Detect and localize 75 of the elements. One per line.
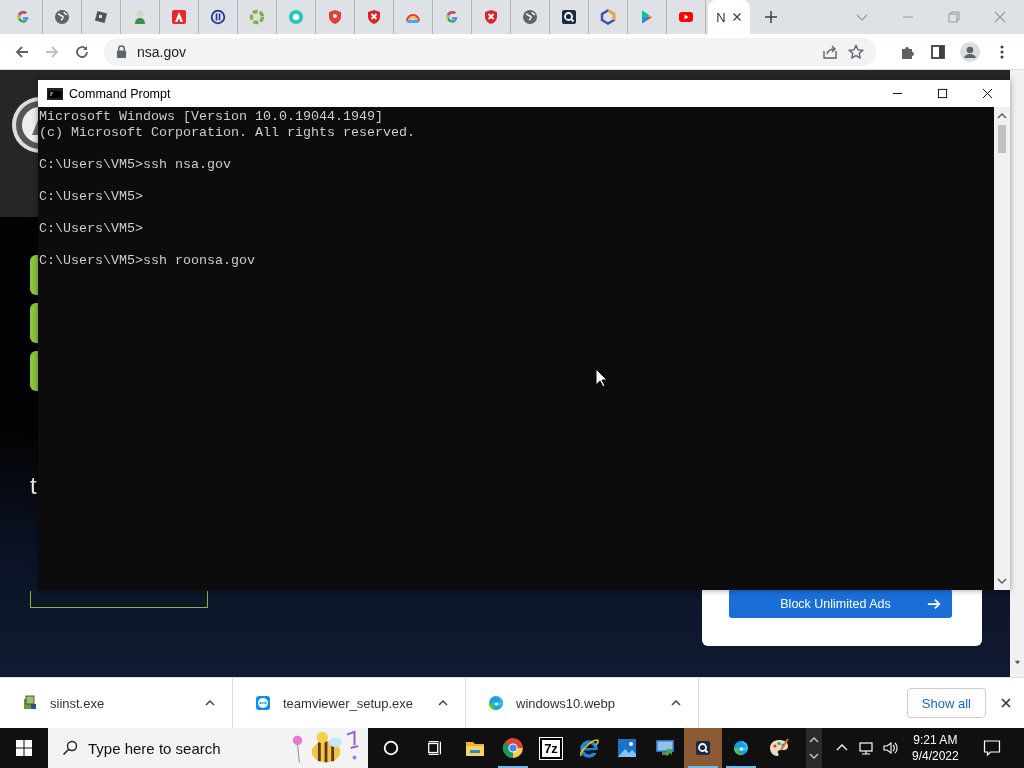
ie-icon	[578, 737, 600, 759]
scroll-up-icon[interactable]	[997, 111, 1007, 121]
shield-icon	[483, 9, 499, 25]
edge-icon	[488, 695, 504, 711]
clock-date[interactable]: 9/4/2022	[912, 748, 959, 764]
browser-tab[interactable]: N	[708, 0, 750, 34]
search-input[interactable]: Type here to search	[88, 739, 278, 757]
taskbar-button[interactable]: 7z	[532, 728, 570, 768]
person-icon	[132, 9, 148, 25]
profile-icon[interactable]	[960, 41, 980, 62]
reload-icon[interactable]	[74, 43, 90, 60]
ring-icon	[288, 9, 304, 25]
magnifier-icon	[561, 9, 577, 25]
star-icon[interactable]	[848, 43, 864, 60]
scroll-down-icon[interactable]	[997, 576, 1007, 586]
volume-icon[interactable]	[882, 740, 898, 756]
globe-icon	[522, 9, 538, 25]
close-icon[interactable]	[731, 12, 742, 22]
task-view-icon[interactable]	[426, 739, 444, 757]
block-ads-button[interactable]: Block Unlimited Ads	[729, 589, 952, 618]
maximize-icon[interactable]	[937, 88, 948, 99]
body-text: t	[30, 471, 37, 501]
scroll-thumb[interactable]	[998, 125, 1006, 153]
scroll-up-icon[interactable]	[809, 736, 819, 744]
terminal-line: C:\Users\VM5>	[39, 189, 144, 205]
taskbar-button[interactable]	[684, 728, 722, 768]
terminal-line: Microsoft Windows [Version 10.0.19044.1949]	[39, 109, 384, 125]
outlined-button[interactable]	[30, 591, 208, 608]
chrome-icon	[502, 737, 524, 759]
terminal-line: (c) Microsoft Corporation. All rights reserved.	[39, 125, 416, 141]
clock-time[interactable]: 9:21 AM	[913, 732, 958, 748]
show-all-button[interactable]: Show all	[906, 688, 986, 718]
palette-icon	[768, 737, 790, 759]
cortana-icon[interactable]	[382, 739, 400, 757]
edge-icon	[733, 740, 749, 756]
back-icon[interactable]	[14, 43, 30, 60]
side-panel-icon[interactable]	[930, 43, 946, 60]
google-icon	[444, 9, 460, 25]
terminal-line: C:\Users\VM5>ssh nsa.gov	[39, 157, 232, 173]
start-icon[interactable]	[16, 740, 32, 756]
ring-icon	[210, 9, 226, 25]
arrow-right-icon	[926, 596, 941, 611]
scrollbar[interactable]	[994, 107, 1010, 590]
globe-icon	[54, 9, 70, 25]
adobe-icon	[171, 9, 187, 25]
shield-icon	[366, 9, 382, 25]
magnifier-icon	[695, 740, 711, 756]
lock-icon	[116, 45, 127, 58]
new-tab-icon[interactable]	[764, 10, 778, 24]
ring-icon	[249, 9, 265, 25]
teamviewer-icon	[255, 695, 271, 711]
scroll-down-icon[interactable]	[1012, 658, 1022, 667]
cube-icon	[93, 9, 109, 25]
window-title: Command Prompt	[69, 86, 171, 101]
terminal-line: C:\Users\VM5>	[39, 221, 144, 237]
terminal-line: C:\Users\VM5>ssh roonsa.gov	[39, 253, 256, 269]
monitor-icon	[654, 737, 676, 759]
address-bar[interactable]: nsa.gov	[104, 37, 876, 66]
console-icon	[47, 87, 63, 100]
scrollbar[interactable]	[1010, 70, 1024, 677]
shield-icon	[327, 9, 343, 25]
search-icon	[62, 740, 78, 756]
close-icon[interactable]	[982, 88, 993, 99]
scroll-down-icon[interactable]	[809, 752, 819, 760]
installer-icon	[22, 695, 38, 711]
close-icon[interactable]	[1000, 697, 1012, 709]
hexagon-icon	[600, 9, 616, 25]
notification-icon[interactable]	[982, 739, 1001, 757]
search-field[interactable]: Type here to search	[48, 728, 368, 768]
mouse-pointer-icon	[595, 368, 607, 388]
youtube-icon	[678, 9, 694, 25]
image-icon	[616, 737, 638, 759]
share-icon[interactable]	[822, 43, 838, 60]
google-icon	[15, 9, 31, 25]
network-icon[interactable]	[858, 740, 874, 756]
